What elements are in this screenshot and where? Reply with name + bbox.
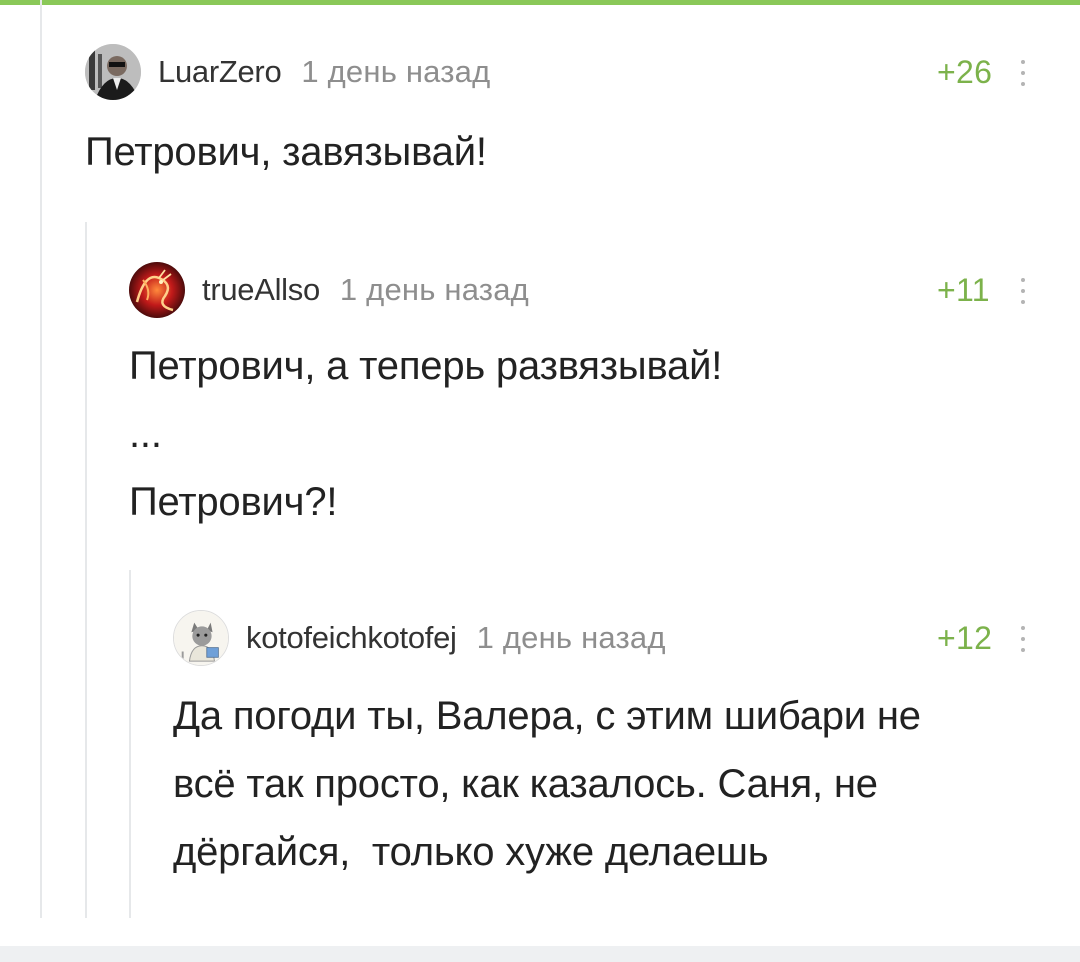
comment-time[interactable]: 1 день назад (301, 54, 490, 90)
more-menu-icon[interactable] (1017, 274, 1029, 308)
bottom-separator (0, 946, 1080, 962)
comment-text-line: Да погоди ты, Валера, с этим шибари не (173, 694, 921, 738)
comment-text-line: Петрович?! (129, 480, 338, 524)
comment-body: Петрович, завязывай! (85, 118, 1045, 186)
comment-body: Да погоди ты, Валера, с этим шибари не в… (173, 682, 1045, 886)
top-accent-bar (0, 0, 1080, 5)
comment-time[interactable]: 1 день назад (340, 272, 529, 308)
comment-text-line: дёргайся, только хуже делаешь (173, 830, 769, 874)
comment-text-line: Петрович, а теперь развязывай! (129, 344, 723, 388)
comment: trueAllso 1 день назад +11 Петрович, а т… (129, 262, 1045, 542)
more-menu-icon[interactable] (1017, 622, 1029, 656)
comment: kotofeichkotofej 1 день назад +12 Да пог… (173, 610, 1045, 880)
thread-line-level-2[interactable] (85, 222, 87, 918)
comment-rating[interactable]: +26 (937, 54, 992, 91)
comment-text-line: всё так просто, как казалось. Саня, не (173, 762, 878, 806)
comment-text-line: ... (129, 412, 162, 456)
cat-avatar-icon[interactable] (173, 610, 229, 666)
comment-time[interactable]: 1 день назад (477, 620, 666, 656)
dragon-avatar-icon[interactable] (129, 262, 185, 318)
comment: LuarZero 1 день назад +26 Петрович, завя… (85, 44, 1045, 194)
comment-header: LuarZero 1 день назад (85, 44, 490, 100)
username[interactable]: trueAllso (202, 272, 320, 308)
thread-line-level-1[interactable] (40, 0, 42, 918)
comment-header: trueAllso 1 день назад (129, 262, 529, 318)
username[interactable]: LuarZero (158, 54, 282, 90)
thread-line-level-3[interactable] (129, 570, 131, 918)
comment-header: kotofeichkotofej 1 день назад (173, 610, 666, 666)
comment-body: Петрович, а теперь развязывай! ... Петро… (129, 332, 1045, 536)
user-photo-avatar-icon[interactable] (85, 44, 141, 100)
comment-text-line: Петрович, завязывай! (85, 130, 487, 174)
comment-rating[interactable]: +11 (937, 272, 990, 309)
more-menu-icon[interactable] (1017, 56, 1029, 90)
username[interactable]: kotofeichkotofej (246, 620, 457, 656)
comment-rating[interactable]: +12 (937, 620, 992, 657)
